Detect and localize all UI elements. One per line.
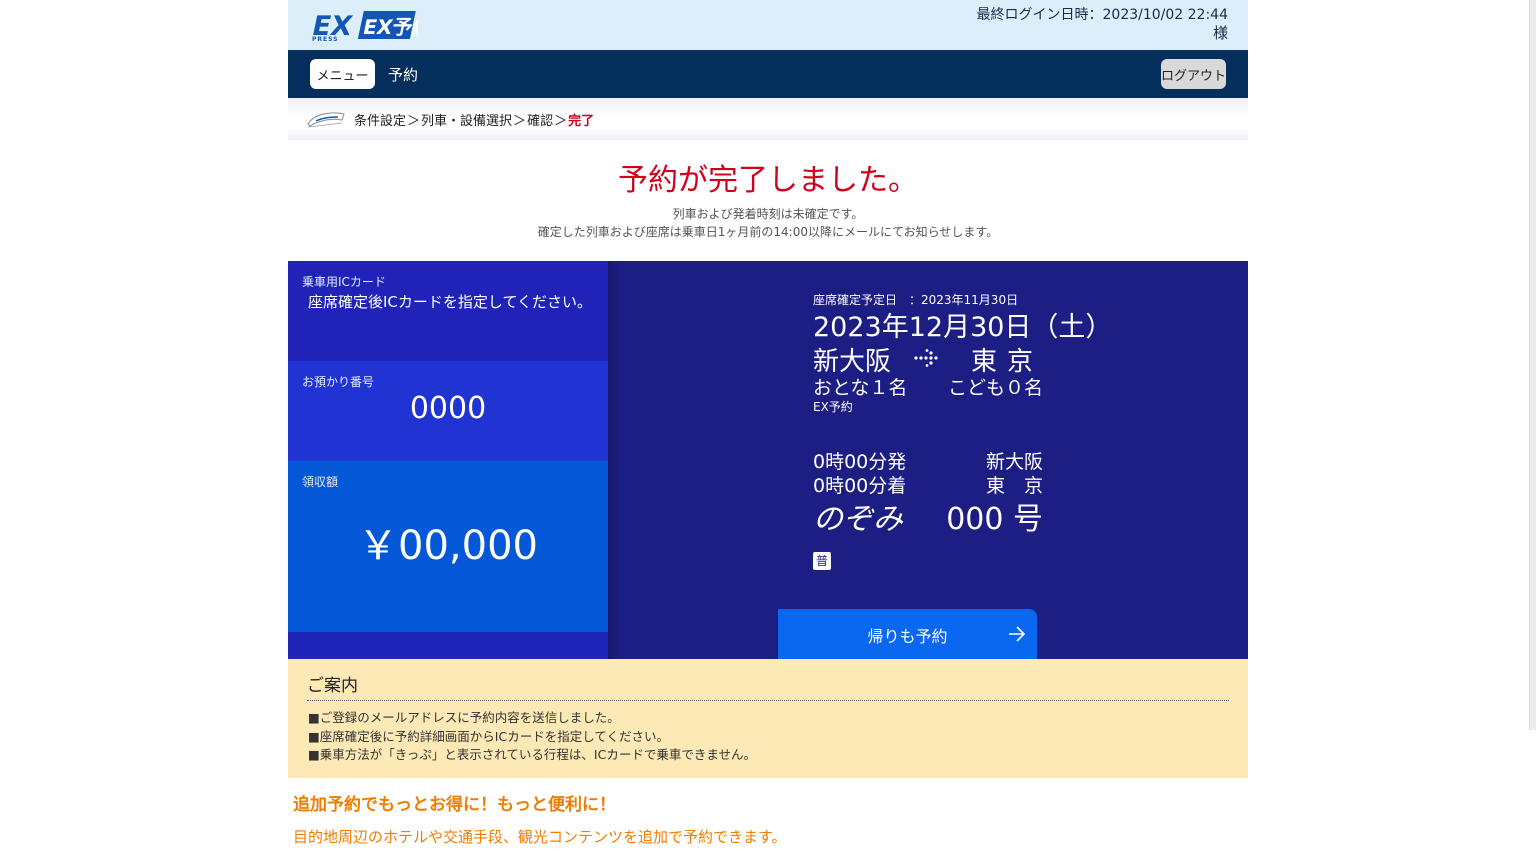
adult-count: おとな１名	[813, 377, 908, 399]
svg-text:PRESS: PRESS	[312, 36, 339, 42]
return-button-label: 帰りも予約	[867, 627, 948, 646]
dotted-arrow-icon	[914, 349, 938, 367]
info-item: ■座席確定後に予約詳細画面からICカードを指定してください。	[308, 728, 669, 744]
completion-note-line: 確定した列車および座席は乗車日1ヶ月前の14:00以降にメールにてお知らせします…	[537, 225, 999, 239]
receipt-value: ￥00,000	[358, 523, 538, 569]
seat-class-badge: 普	[813, 552, 831, 570]
info-list: ■ご登録のメールアドレスに予約内容を送信しました。 ■座席確定後に予約詳細画面か…	[308, 709, 756, 765]
reservation-panel: 乗車用ICカード 座席確定後ICカードを指定してください。 お預かり番号 000…	[288, 261, 1248, 659]
receipt-box: 領収額 ￥00,000	[288, 461, 608, 632]
train-name: のぞみ	[813, 502, 903, 537]
train-number: 000 号	[946, 502, 1043, 537]
breadcrumb-step-conditions: 条件設定	[354, 114, 407, 129]
promo-text: 目的地周辺のホテルや交通手段、観光コンテンツを追加で予約できます。	[293, 828, 787, 846]
shinkansen-icon	[307, 112, 345, 128]
receipt-label: 領収額	[302, 475, 339, 489]
completion-note: 列車および発着時刻は未確定です。 確定した列車および座席は乗車日1ヶ月前の14:…	[288, 205, 1248, 241]
ic-card-label: 乗車用ICカード	[302, 275, 386, 289]
departure-station: 新大阪	[985, 451, 1043, 473]
login-info: 最終ログイン日時：2023/10/02 22:44 様	[977, 6, 1229, 42]
departure-time: 0時00分発	[813, 451, 907, 473]
nav-bar: メニュー 予約 ログアウト	[288, 50, 1248, 98]
column-divider	[608, 261, 622, 659]
passengers: おとな１名 こども０名	[813, 373, 1043, 400]
menu-button[interactable]: メニュー	[310, 59, 375, 89]
logo-text: EX予約	[361, 15, 418, 39]
info-divider	[307, 700, 1229, 701]
summary-column: 乗車用ICカード 座席確定後ICカードを指定してください。 お預かり番号 000…	[288, 261, 608, 659]
completion-title: 予約が完了しました。	[618, 163, 918, 198]
reservation-number-value: 0000	[409, 391, 487, 426]
ticket-type: EX予約	[813, 400, 853, 414]
nav-title: 予約	[388, 66, 419, 84]
info-item: ■ご登録のメールアドレスに予約内容を送信しました。	[308, 710, 620, 725]
travel-date: 2023年12月30日（土）	[813, 312, 1113, 343]
reservation-number-label: お預かり番号	[302, 375, 375, 389]
page: EX EX予約 PRESS 最終ログイン日時：2023/10/02 22:44 …	[288, 0, 1248, 846]
info-title: ご案内	[307, 676, 358, 696]
ic-card-text: 座席確定後ICカードを指定してください。	[308, 293, 592, 311]
train: のぞみ 000 号	[813, 494, 1043, 538]
ic-card-box: 乗車用ICカード 座席確定後ICカードを指定してください。	[288, 261, 608, 361]
logout-button[interactable]: ログアウト	[1161, 59, 1226, 89]
arrow-right-icon	[1009, 626, 1026, 642]
departure-row: 0時00分発 新大阪	[813, 447, 1043, 474]
completion-note-line: 列車および発着時刻は未確定です。	[672, 207, 864, 221]
breadcrumb-steps: 条件設定＞列車・設備選択＞確認＞完了	[354, 114, 595, 129]
reservation-number-box: お預かり番号 0000	[288, 361, 608, 461]
header: EX EX予約 PRESS 最終ログイン日時：2023/10/02 22:44 …	[288, 0, 1248, 50]
ex-logo[interactable]: EX EX予約 PRESS	[310, 10, 418, 42]
user-suffix: 様	[1212, 24, 1228, 42]
return-reservation-button[interactable]: 帰りも予約	[778, 609, 1037, 659]
breadcrumb-step-complete: 完了	[568, 114, 595, 129]
breadcrumb: 条件設定＞列車・設備選択＞確認＞完了	[288, 98, 1248, 140]
breadcrumb-step-confirm: 確認	[527, 114, 554, 129]
last-login: 最終ログイン日時：2023/10/02 22:44	[976, 7, 1229, 23]
page-scrollbar[interactable]	[1529, 0, 1536, 730]
breadcrumb-step-train: 列車・設備選択	[421, 114, 513, 129]
promo-title: 追加予約でもっとお得に！もっと便利に！	[293, 795, 616, 815]
child-count: こども０名	[947, 377, 1043, 399]
info-box: ご案内 ■ご登録のメールアドレスに予約内容を送信しました。 ■座席確定後に予約詳…	[288, 659, 1248, 778]
info-item: ■乗車方法が「きっぷ」と表示されている行程は、ICカードで乗車できません。	[308, 747, 756, 762]
